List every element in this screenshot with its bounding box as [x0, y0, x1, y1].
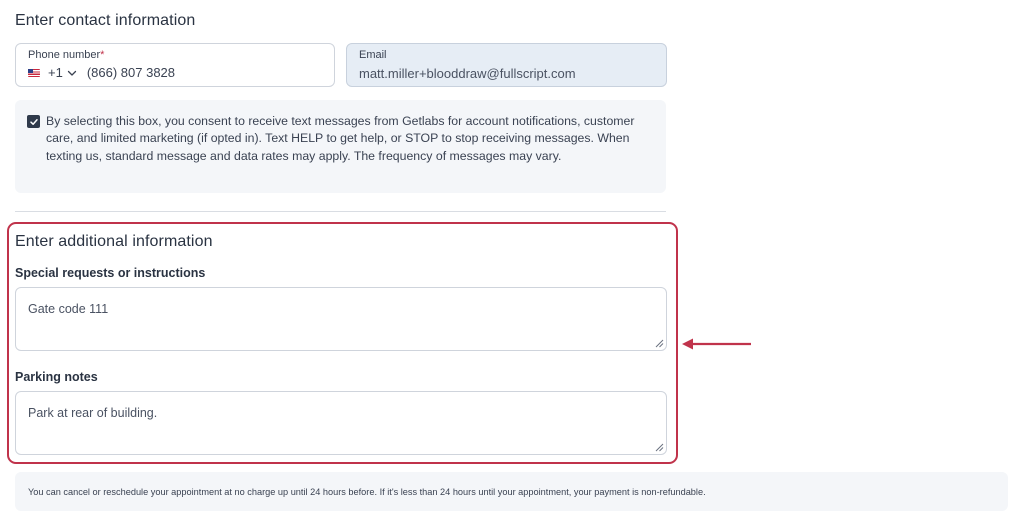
- additional-section-title: Enter additional information: [15, 233, 213, 250]
- parking-notes-label: Parking notes: [15, 370, 98, 384]
- parking-notes-value: Park at rear of building.: [28, 406, 158, 420]
- required-mark: *: [100, 49, 105, 61]
- email-field[interactable]: Email matt.miller+blooddraw@fullscript.c…: [346, 43, 667, 87]
- phone-label: Phone number*: [28, 49, 104, 61]
- arrow-left-icon: [682, 338, 751, 350]
- resize-handle-icon[interactable]: [655, 339, 664, 348]
- chevron-down-icon[interactable]: [67, 68, 77, 78]
- special-requests-value: Gate code 111: [28, 302, 109, 316]
- email-value: matt.miller+blooddraw@fullscript.com: [359, 66, 576, 81]
- us-flag-icon: [28, 68, 40, 77]
- consent-panel: By selecting this box, you consent to re…: [15, 100, 666, 193]
- phone-field[interactable]: Phone number* +1 (866) 807 3828: [15, 43, 335, 87]
- consent-text: By selecting this box, you consent to re…: [46, 114, 635, 163]
- section-divider: [15, 211, 666, 212]
- country-code[interactable]: +1: [48, 65, 63, 80]
- email-label: Email: [359, 49, 387, 61]
- parking-notes-textarea[interactable]: Park at rear of building.: [15, 391, 667, 455]
- cancellation-notice: You can cancel or reschedule your appoin…: [15, 472, 1008, 511]
- contact-section-title: Enter contact information: [15, 12, 196, 29]
- phone-input[interactable]: (866) 807 3828: [87, 65, 175, 80]
- phone-label-text: Phone number: [28, 49, 101, 61]
- resize-handle-icon[interactable]: [655, 443, 664, 452]
- special-requests-label: Special requests or instructions: [15, 266, 206, 280]
- check-icon: [29, 118, 38, 125]
- page: Enter contact information Phone number* …: [0, 0, 1024, 526]
- consent-checkbox[interactable]: [27, 115, 40, 128]
- phone-row: +1 (866) 807 3828: [28, 65, 175, 80]
- special-requests-textarea[interactable]: Gate code 111: [15, 287, 667, 351]
- cancellation-notice-text: You can cancel or reschedule your appoin…: [28, 487, 706, 497]
